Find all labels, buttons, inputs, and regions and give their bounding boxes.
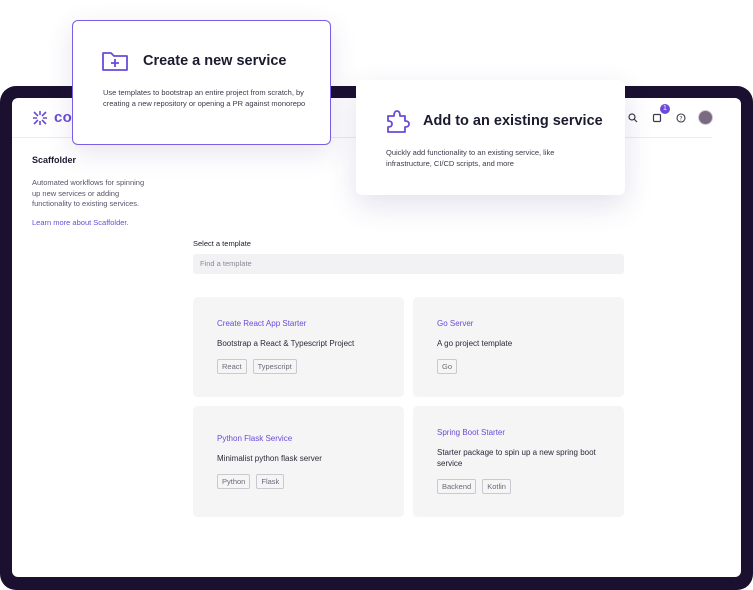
template-card-spring[interactable]: Spring Boot Starter Starter package to s… [413, 406, 624, 517]
search-icon[interactable] [626, 111, 640, 125]
template-description: Minimalist python flask server [217, 454, 322, 463]
template-description: A go project template [437, 339, 513, 348]
template-tags: Backend Kotlin [437, 479, 600, 494]
add-service-description: Quickly add functionality to an existing… [386, 148, 555, 168]
folder-plus-icon [102, 52, 128, 71]
help-icon[interactable]: ? [674, 111, 688, 125]
create-service-title: Create a new service [143, 53, 287, 69]
template-title: Python Flask Service [217, 434, 293, 443]
template-tags: Go [437, 359, 600, 374]
template-title: Spring Boot Starter [437, 428, 506, 437]
tag[interactable]: Backend [437, 479, 477, 494]
template-description: Bootstrap a React & Typescript Project [217, 339, 355, 348]
logo-icon [33, 110, 47, 125]
add-service-title: Add to an existing service [423, 113, 603, 129]
tag[interactable]: Typescript [252, 359, 297, 374]
tag[interactable]: Python [217, 474, 251, 489]
template-tags: React Typescript [217, 359, 380, 374]
logo[interactable]: coı [32, 109, 77, 126]
template-description: Starter package to spin up a new spring … [437, 448, 596, 468]
template-search-input[interactable]: Find a template [193, 254, 624, 274]
select-template-label: Select a template [193, 239, 251, 248]
template-card-react[interactable]: Create React App Starter Bootstrap a Rea… [193, 297, 404, 397]
template-card-go[interactable]: Go Server A go project template Go [413, 297, 624, 397]
learn-more-link[interactable]: Learn more about Scaffolder. [32, 218, 129, 227]
avatar[interactable] [698, 110, 713, 125]
template-card-flask[interactable]: Python Flask Service Minimalist python f… [193, 406, 404, 517]
svg-text:?: ? [679, 115, 682, 122]
template-title: Go Server [437, 319, 474, 328]
header-actions: 1 ? [626, 103, 713, 125]
template-title: Create React App Starter [217, 319, 307, 328]
tag[interactable]: Kotlin [482, 479, 511, 494]
template-tags: Python Flask [217, 474, 380, 489]
puzzle-icon [387, 110, 410, 133]
tag[interactable]: Flask [256, 474, 285, 489]
tag[interactable]: Go [437, 359, 458, 374]
create-service-description: Use templates to bootstrap an entire pro… [103, 88, 306, 108]
tag[interactable]: React [217, 359, 247, 374]
create-service-card[interactable]: Create a new service Use templates to bo… [72, 20, 331, 145]
notifications-icon[interactable]: 1 [650, 103, 670, 125]
sidebar-title: Scaffolder [32, 155, 77, 165]
sidebar-description: Automated workflows for spinning up new … [32, 178, 145, 208]
notification-badge: 1 [660, 103, 670, 114]
add-service-card[interactable]: Add to an existing service Quickly add f… [356, 80, 625, 195]
